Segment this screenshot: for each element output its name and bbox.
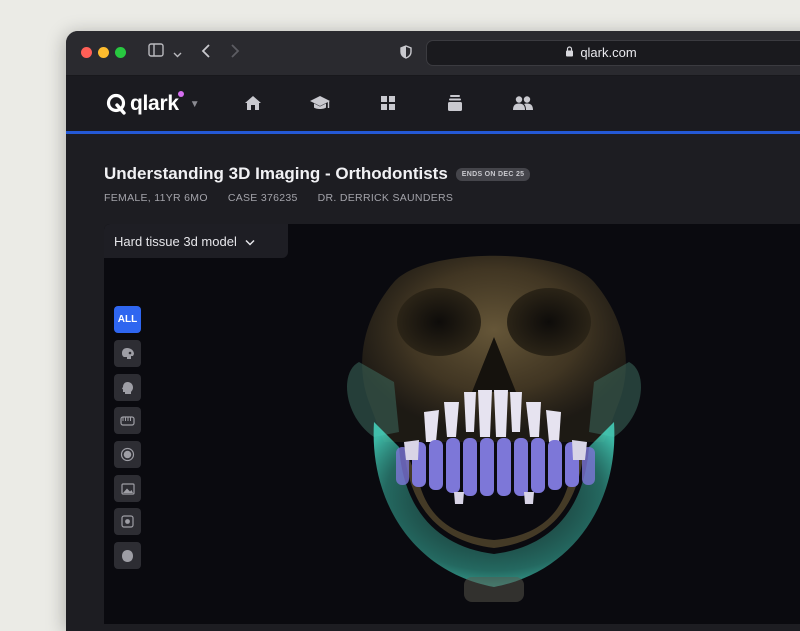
- close-window-button[interactable]: [81, 47, 92, 58]
- 3d-viewer[interactable]: Hard tissue 3d model ALL: [104, 224, 800, 624]
- qlark-logo[interactable]: qlark ▼: [106, 91, 200, 116]
- tool-head-profile-button[interactable]: [114, 374, 141, 401]
- target-icon: [120, 447, 135, 462]
- skull-3d-model[interactable]: [304, 242, 684, 602]
- face-icon: [122, 549, 133, 562]
- skull-side-icon: [121, 348, 134, 359]
- patient-info: FEMALE, 11YR 6MO: [104, 192, 208, 204]
- minimize-window-button[interactable]: [98, 47, 109, 58]
- chevron-down-icon: [245, 234, 255, 249]
- qlark-q-icon: [106, 93, 126, 115]
- forward-icon[interactable]: [230, 43, 240, 64]
- deadline-badge: ENDS ON DEC 25: [455, 167, 531, 181]
- head-profile-icon: [122, 381, 133, 394]
- model-select-label: Hard tissue 3d model: [114, 233, 237, 249]
- back-icon[interactable]: [201, 43, 211, 64]
- app-navbar: qlark ▼: [66, 76, 800, 134]
- maximize-window-button[interactable]: [115, 47, 126, 58]
- main-content: Understanding 3D Imaging - Orthodontists…: [66, 134, 800, 631]
- tool-camera-button[interactable]: [114, 508, 141, 535]
- model-select-dropdown[interactable]: Hard tissue 3d model: [104, 224, 288, 258]
- case-header: Understanding 3D Imaging - Orthodontists…: [104, 164, 531, 184]
- doctor-name: DR. DERRICK SAUNDERS: [317, 192, 454, 204]
- graduation-cap-icon[interactable]: [309, 92, 331, 114]
- logo-dropdown-icon[interactable]: ▼: [190, 99, 200, 110]
- grid-icon[interactable]: [377, 92, 399, 114]
- teeth-icon: [120, 415, 135, 426]
- page-title: Understanding 3D Imaging - Orthodontists: [104, 164, 448, 183]
- logo-text: qlark: [130, 92, 179, 115]
- browser-window: qlark.com qlark ▼ Understanding 3D Imagi…: [66, 31, 800, 631]
- lock-icon: [565, 41, 574, 65]
- tool-target-button[interactable]: [114, 441, 141, 468]
- tool-image-button[interactable]: [114, 475, 141, 502]
- case-meta: FEMALE, 11YR 6MO CASE 376235 DR. DERRICK…: [104, 192, 453, 204]
- tool-all-button[interactable]: ALL: [114, 306, 141, 333]
- home-icon[interactable]: [242, 92, 264, 114]
- shield-icon[interactable]: [400, 45, 412, 64]
- browser-titlebar: qlark.com: [66, 31, 800, 76]
- case-id: CASE 376235: [227, 192, 298, 204]
- camera-icon: [121, 515, 134, 528]
- tool-face-button[interactable]: [114, 542, 141, 569]
- tool-teeth-button[interactable]: [114, 407, 141, 434]
- chevron-down-icon[interactable]: [173, 46, 182, 64]
- sidebar-toggle-icon[interactable]: [148, 43, 164, 62]
- tool-all-label: ALL: [117, 314, 138, 325]
- url-text: qlark.com: [580, 45, 637, 60]
- address-bar[interactable]: qlark.com: [426, 40, 800, 66]
- stack-icon[interactable]: [444, 92, 466, 114]
- users-icon[interactable]: [512, 92, 534, 114]
- logo-dot: [178, 91, 184, 97]
- image-icon: [120, 482, 135, 495]
- tool-skull-side-button[interactable]: [114, 340, 141, 367]
